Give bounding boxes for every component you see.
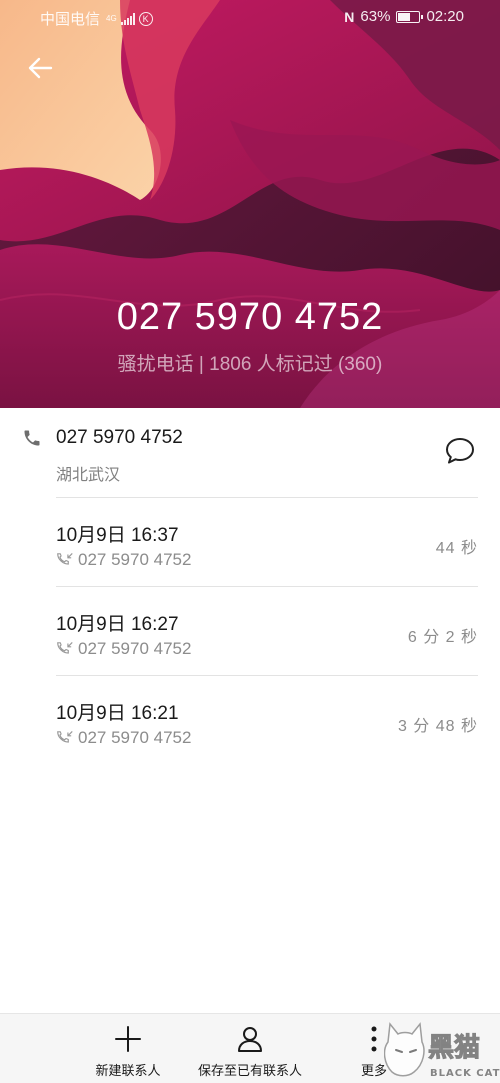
call-datetime: 10月9日 16:27 xyxy=(56,614,179,635)
call-number: 027 5970 4752 xyxy=(78,550,192,569)
plus-icon xyxy=(115,1026,141,1052)
call-number: 027 5970 4752 xyxy=(78,728,192,747)
number-info-row[interactable]: 027 5970 4752 湖北武汉 xyxy=(0,408,500,498)
save-to-existing-button[interactable]: 保存至已有联系人 xyxy=(192,1024,308,1079)
caller-number: 027 5970 4752 xyxy=(116,296,384,338)
call-log-item[interactable]: 10月9日 16:37 027 5970 4752 44 秒 xyxy=(0,498,500,586)
black-cat-watermark-logo: 黑猫 BLACK CAT xyxy=(384,1022,500,1079)
number-location: 湖北武汉 xyxy=(56,467,121,484)
battery-icon xyxy=(396,10,424,23)
more-vertical-icon xyxy=(371,1026,377,1052)
watermark-cn: 黑猫 xyxy=(428,1033,480,1063)
carrier-badge-icon: K xyxy=(138,11,153,26)
abstract-wave-background xyxy=(0,0,500,408)
new-contact-button[interactable]: 新建联系人 xyxy=(88,1024,168,1079)
call-number-line: 027 5970 4752 xyxy=(56,550,191,570)
call-number-line: 027 5970 4752 xyxy=(56,639,191,659)
back-button[interactable] xyxy=(20,48,60,88)
call-log-item[interactable]: 10月9日 16:21 027 5970 4752 3 分 48 秒 xyxy=(0,676,500,764)
carrier-label: 中国电信 xyxy=(40,11,101,28)
call-number-line: 027 5970 4752 xyxy=(56,728,191,748)
phone-icon xyxy=(24,430,40,446)
call-duration: 6 分 2 秒 xyxy=(407,629,478,646)
battery-percent: 63% xyxy=(360,8,391,25)
signal-icon xyxy=(120,12,135,25)
call-number: 027 5970 4752 xyxy=(78,639,192,658)
incoming-call-icon xyxy=(57,642,73,654)
message-bubble-icon[interactable] xyxy=(444,436,476,466)
call-datetime: 10月9日 16:21 xyxy=(56,703,179,724)
new-contact-label: 新建联系人 xyxy=(95,1063,161,1078)
person-icon xyxy=(238,1027,262,1052)
incoming-call-icon xyxy=(57,731,73,743)
call-duration: 3 分 48 秒 xyxy=(397,718,478,735)
save-existing-label: 保存至已有联系人 xyxy=(197,1063,302,1078)
info-phone-number: 027 5970 4752 xyxy=(56,427,183,448)
spam-tag: 骚扰电话 | 1806 人标记过 (360) xyxy=(117,354,383,375)
header-banner: 中国电信 4G K N 63% 02:20 027 5970 4752 骚扰电话… xyxy=(0,0,500,408)
incoming-call-icon xyxy=(57,553,73,565)
call-log-item[interactable]: 10月9日 16:27 027 5970 4752 6 分 2 秒 xyxy=(0,587,500,675)
clock: 02:20 xyxy=(426,8,464,25)
nfc-icon: N xyxy=(344,8,355,25)
status-bar: 中国电信 4G K N 63% 02:20 xyxy=(0,0,500,34)
arrow-left-icon xyxy=(28,57,53,79)
call-duration: 44 秒 xyxy=(435,540,478,557)
watermark-en: BLACK CAT xyxy=(430,1068,500,1079)
network-type: 4G xyxy=(106,14,117,23)
call-datetime: 10月9日 16:37 xyxy=(56,525,179,546)
